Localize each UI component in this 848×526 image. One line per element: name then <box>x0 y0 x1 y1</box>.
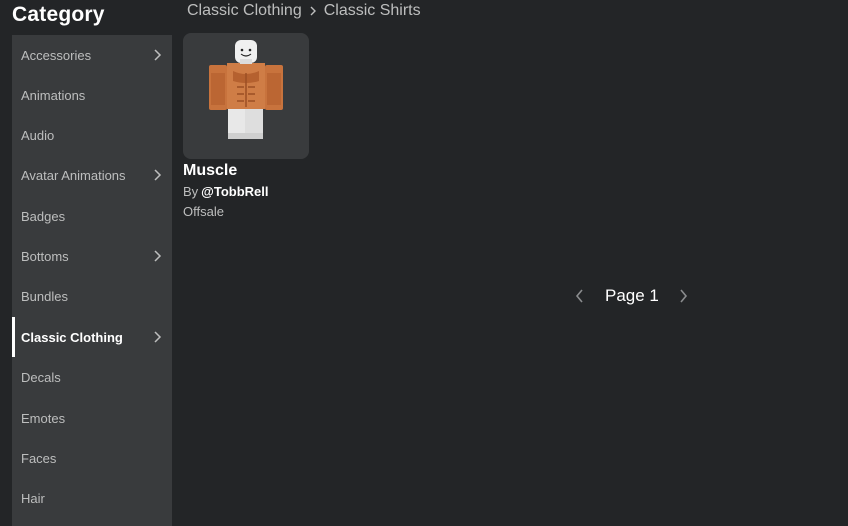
sidebar-item-label: Animations <box>21 87 86 103</box>
item-name[interactable]: Muscle <box>183 162 309 180</box>
sidebar-item-label: Avatar Animations <box>21 167 126 183</box>
chevron-right-icon <box>308 4 318 18</box>
avatar-shirt-thumbnail <box>209 40 283 139</box>
sidebar-item-label: Hair <box>21 490 45 506</box>
item-creator-line: By @TobbRell <box>183 184 309 199</box>
category-sidebar: Accessories Animations Audio Avatar Anim… <box>12 35 172 526</box>
sidebar-item-emotes[interactable]: Emotes <box>12 398 172 438</box>
breadcrumb-item-classic-clothing[interactable]: Classic Clothing <box>187 2 302 20</box>
chevron-right-icon <box>150 48 164 62</box>
page-indicator: Page 1 <box>605 286 659 305</box>
by-label: By <box>183 184 199 199</box>
sidebar-item-accessories[interactable]: Accessories <box>12 35 172 75</box>
sidebar-item-faces[interactable]: Faces <box>12 438 172 478</box>
chevron-left-icon[interactable] <box>570 285 588 307</box>
sidebar-item-label: Accessories <box>21 47 92 63</box>
sidebar-item-label: Faces <box>21 450 57 466</box>
sidebar-item-badges[interactable]: Badges <box>12 196 172 236</box>
sidebar-item-label: Badges <box>21 208 66 224</box>
category-heading: Category <box>12 3 105 26</box>
pagination: Page 1 <box>570 284 693 308</box>
chevron-right-icon[interactable] <box>675 285 693 307</box>
sidebar-item-label: Classic Clothing <box>21 329 123 345</box>
sidebar-item-label: Bundles <box>21 288 68 304</box>
sidebar-item-bundles[interactable]: Bundles <box>12 276 172 316</box>
sidebar-item-decals[interactable]: Decals <box>12 357 172 397</box>
sidebar-item-label: Audio <box>21 127 55 143</box>
creator-link[interactable]: @TobbRell <box>201 184 268 199</box>
item-thumbnail[interactable] <box>183 33 309 159</box>
breadcrumb-item-classic-shirts: Classic Shirts <box>323 2 421 19</box>
chevron-right-icon <box>150 330 164 344</box>
sidebar-item-label: Emotes <box>21 410 66 426</box>
chevron-right-icon <box>150 249 164 263</box>
sidebar-item-bottoms[interactable]: Bottoms <box>12 236 172 276</box>
item-price-status: Offsale <box>183 204 224 219</box>
active-indicator <box>12 317 15 357</box>
sidebar-item-classic-clothing[interactable]: Classic Clothing <box>12 317 172 357</box>
sidebar-item-hair[interactable]: Hair <box>12 478 172 518</box>
breadcrumb: Classic Clothing Classic Shirts <box>187 1 421 21</box>
sidebar-item-animations[interactable]: Animations <box>12 75 172 115</box>
sidebar-item-avatar-animations[interactable]: Avatar Animations <box>12 155 172 195</box>
chevron-right-icon <box>150 168 164 182</box>
sidebar-item-label: Bottoms <box>21 248 69 264</box>
sidebar-item-audio[interactable]: Audio <box>12 115 172 155</box>
sidebar-item-label: Decals <box>21 369 61 385</box>
item-card[interactable]: Muscle By @TobbRell Offsale <box>183 33 309 219</box>
